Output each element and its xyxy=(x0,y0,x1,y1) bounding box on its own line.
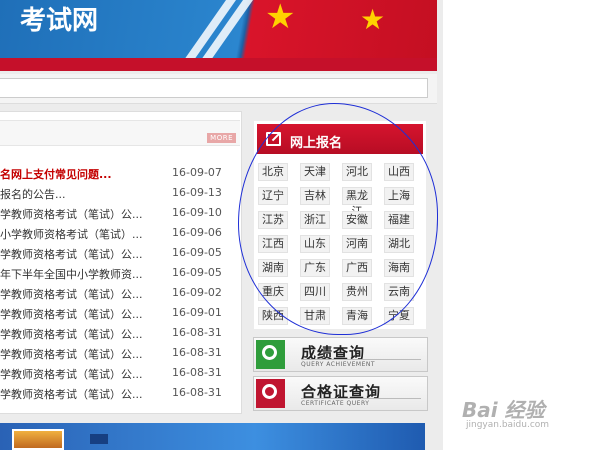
watermark-brand: Bai 经验 xyxy=(462,398,545,422)
news-item[interactable]: 年下半年全国中小学教师资... 16-09-05 xyxy=(0,264,240,283)
annotation-circle xyxy=(238,103,438,335)
news-item[interactable]: 学教师资格考试（笔试）公... 16-08-31 xyxy=(0,364,240,383)
news-item-title[interactable]: 学教师资格考试（笔试）公... xyxy=(0,206,160,222)
news-item-date: 16-09-05 xyxy=(172,246,222,259)
score-query-button[interactable]: 成绩查询 QUERY ACHIEVEMENT xyxy=(253,337,428,372)
news-header: MORE xyxy=(0,120,240,146)
certificate-query-button[interactable]: 合格证查询 CERTIFICATE QUERY xyxy=(253,376,428,411)
news-item-title[interactable]: 学教师资格考试（笔试）公... xyxy=(0,306,160,322)
search-bar xyxy=(0,74,437,104)
news-item[interactable]: 学教师资格考试（笔试）公... 16-08-31 xyxy=(0,384,240,403)
star-icon: ★ xyxy=(360,3,386,36)
news-item[interactable]: 小学教师资格考试（笔试）... 16-09-06 xyxy=(0,224,240,243)
news-item-title[interactable]: 年下半年全国中小学教师资... xyxy=(0,266,160,282)
divider xyxy=(301,359,421,360)
news-item[interactable]: 学教师资格考试（笔试）公... 16-08-31 xyxy=(0,324,240,343)
news-item-title[interactable]: 名网上支付常见问题... xyxy=(0,166,160,182)
decorative-block xyxy=(90,434,108,444)
news-item-title[interactable]: 学教师资格考试（笔试）公... xyxy=(0,346,160,362)
certificate-query-sublabel: CERTIFICATE QUERY xyxy=(301,400,370,407)
news-item-date: 16-09-13 xyxy=(172,186,222,199)
news-item-title[interactable]: 小学教师资格考试（笔试）... xyxy=(0,226,160,242)
news-item-date: 16-08-31 xyxy=(172,346,222,359)
score-query-sublabel: QUERY ACHIEVEMENT xyxy=(301,361,376,368)
search-input[interactable] xyxy=(0,78,428,98)
news-item-date: 16-09-07 xyxy=(172,166,222,179)
news-item-date: 16-08-31 xyxy=(172,386,222,399)
news-item-date: 16-09-02 xyxy=(172,286,222,299)
news-item-title[interactable]: 学教师资格考试（笔试）公... xyxy=(0,386,160,402)
right-blank-area xyxy=(443,0,600,450)
news-item-date: 16-08-31 xyxy=(172,326,222,339)
star-icon: ★ xyxy=(265,0,296,37)
news-item[interactable]: 学教师资格考试（笔试）公... 16-08-31 xyxy=(0,344,240,363)
bottom-banner xyxy=(0,423,425,450)
news-item[interactable]: 学教师资格考试（笔试）公... 16-09-02 xyxy=(0,284,240,303)
magnifier-icon xyxy=(256,340,285,369)
news-item[interactable]: 学教师资格考试（笔试）公... 16-09-05 xyxy=(0,244,240,263)
certificate-icon xyxy=(256,379,285,408)
news-item[interactable]: 报名的公告... 16-09-13 xyxy=(0,184,240,203)
news-item-date: 16-09-01 xyxy=(172,306,222,319)
news-item[interactable]: 学教师资格考试（笔试）公... 16-09-01 xyxy=(0,304,240,323)
news-item[interactable]: 学教师资格考试（笔试）公... 16-09-10 xyxy=(0,204,240,223)
news-item-date: 16-08-31 xyxy=(172,366,222,379)
watermark-site: jingyan.baidu.com xyxy=(466,420,550,430)
news-item-date: 16-09-06 xyxy=(172,226,222,239)
nav-bar xyxy=(0,58,437,71)
page: 考试网 ★ ★ MORE 名网上支付常见问题... 16-09-07 报名的公告..… xyxy=(0,0,600,450)
banner-title: 考试网 xyxy=(20,6,99,36)
thumbnail-image[interactable] xyxy=(12,429,64,450)
news-item[interactable]: 名网上支付常见问题... 16-09-07 xyxy=(0,164,240,183)
site-banner: 考试网 ★ ★ xyxy=(0,0,437,58)
news-item-title[interactable]: 学教师资格考试（笔试）公... xyxy=(0,326,160,342)
watermark: Bai 经验 jingyan.baidu.com xyxy=(462,394,600,434)
news-item-title[interactable]: 学教师资格考试（笔试）公... xyxy=(0,246,160,262)
news-item-title[interactable]: 报名的公告... xyxy=(0,186,160,202)
news-item-title[interactable]: 学教师资格考试（笔试）公... xyxy=(0,286,160,302)
news-panel: MORE 名网上支付常见问题... 16-09-07 报名的公告... 16-09-1… xyxy=(0,111,242,414)
news-item-title[interactable]: 学教师资格考试（笔试）公... xyxy=(0,366,160,382)
news-item-date: 16-09-10 xyxy=(172,206,222,219)
divider xyxy=(301,398,421,399)
more-link[interactable]: MORE xyxy=(207,133,236,143)
news-item-date: 16-09-05 xyxy=(172,266,222,279)
